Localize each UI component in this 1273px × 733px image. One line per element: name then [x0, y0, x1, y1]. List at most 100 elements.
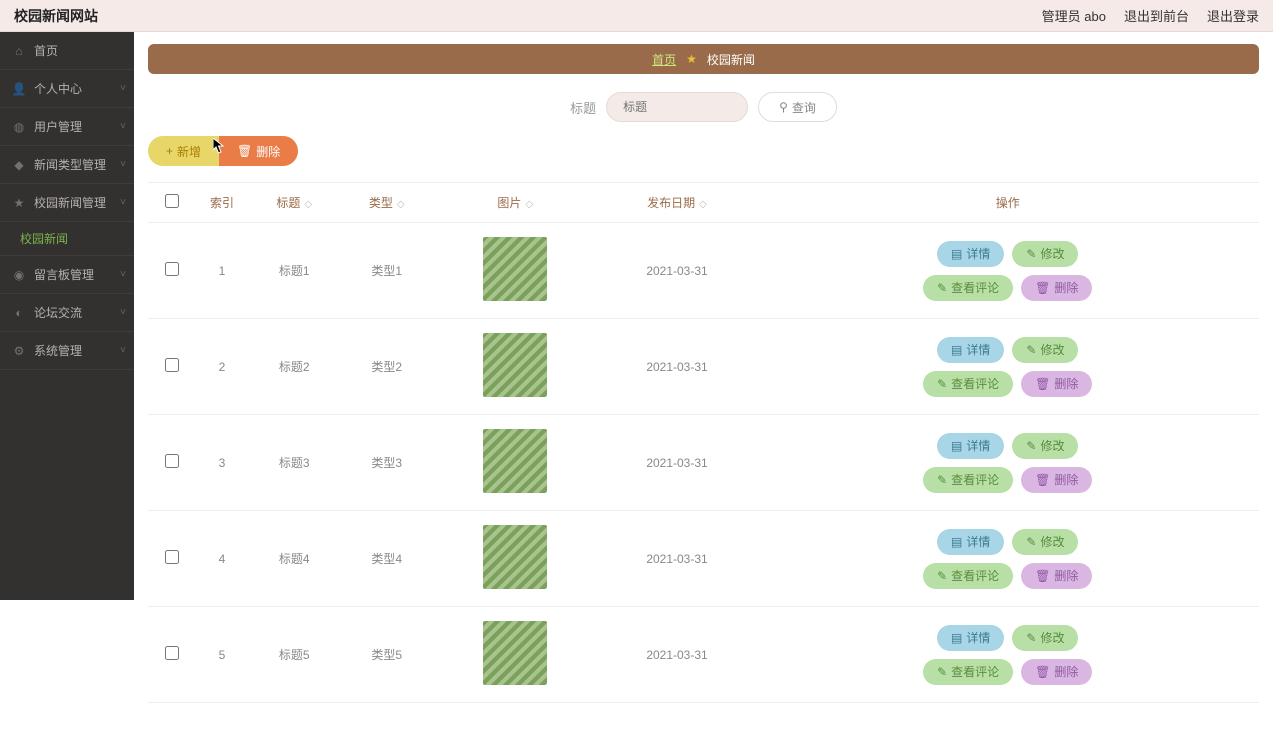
star-icon: ★ [12, 196, 26, 210]
doc-icon: ▤ [951, 247, 962, 261]
view-comments-button[interactable]: ✎ 查看评论 [923, 371, 1013, 397]
trash-icon: 🗑 [1035, 281, 1050, 295]
add-button-label: 新增 [177, 143, 201, 160]
table-row: 5 标题5 类型5 2021-03-31 ▤ 详情 ✎ 修改 ✎ 查看评论 🗑 … [148, 607, 1259, 703]
thumbnail-image[interactable] [483, 429, 547, 493]
sidebar-item-forum[interactable]: ◐ 论坛交流 ˅ [0, 294, 134, 332]
cell-index: 5 [196, 607, 248, 703]
edit-button[interactable]: ✎ 修改 [1012, 625, 1078, 651]
cell-ops: ▤ 详情 ✎ 修改 ✎ 查看评论 🗑 删除 [756, 511, 1259, 607]
cell-title: 标题3 [248, 415, 340, 511]
cell-image [433, 223, 598, 319]
exit-frontend-link[interactable]: 退出到前台 [1124, 6, 1189, 25]
row-delete-button[interactable]: 🗑 删除 [1021, 659, 1092, 685]
breadcrumb-home[interactable]: 首页 [652, 51, 676, 68]
trash-icon: 🗑 [1035, 473, 1050, 487]
cell-image [433, 415, 598, 511]
edit-icon: ✎ [1026, 247, 1036, 261]
sidebar-item-news-type[interactable]: ◆ 新闻类型管理 ˅ [0, 146, 134, 184]
thumbnail-image[interactable] [483, 333, 547, 397]
doc-icon: ▤ [951, 535, 962, 549]
detail-button[interactable]: ▤ 详情 [937, 529, 1004, 555]
sort-icon: ◇ [699, 199, 707, 210]
col-ops: 操作 [756, 183, 1259, 223]
comment-icon: ✎ [937, 281, 947, 295]
edit-button[interactable]: ✎ 修改 [1012, 337, 1078, 363]
table-row: 2 标题2 类型2 2021-03-31 ▤ 详情 ✎ 修改 ✎ 查看评论 🗑 … [148, 319, 1259, 415]
cell-type: 类型1 [340, 223, 432, 319]
query-button[interactable]: ⚲ 查询 [758, 92, 837, 122]
row-delete-button[interactable]: 🗑 删除 [1021, 563, 1092, 589]
col-type[interactable]: 类型◇ [340, 183, 432, 223]
col-image[interactable]: 图片◇ [433, 183, 598, 223]
filter-label: 标题 [570, 98, 596, 117]
thumbnail-image[interactable] [483, 525, 547, 589]
col-index[interactable]: 索引 [196, 183, 248, 223]
sidebar-item-label: 系统管理 [34, 342, 82, 359]
sort-icon: ◇ [525, 199, 533, 210]
sidebar-item-label: 用户管理 [34, 118, 82, 135]
sidebar-item-message-board[interactable]: ◉ 留言板管理 ˅ [0, 256, 134, 294]
main-content: 首页 ★ 校园新闻 标题 ⚲ 查询 + 新增 🗑 删除 索引 标题◇ 类型◇ 图… [134, 32, 1273, 733]
row-checkbox[interactable] [165, 646, 179, 660]
edit-button[interactable]: ✎ 修改 [1012, 241, 1078, 267]
title-input[interactable] [606, 92, 748, 122]
view-comments-button[interactable]: ✎ 查看评论 [923, 275, 1013, 301]
row-checkbox[interactable] [165, 262, 179, 276]
sidebar-item-users[interactable]: ◍ 用户管理 ˅ [0, 108, 134, 146]
table-row: 3 标题3 类型3 2021-03-31 ▤ 详情 ✎ 修改 ✎ 查看评论 🗑 … [148, 415, 1259, 511]
thumbnail-image[interactable] [483, 621, 547, 685]
row-delete-button[interactable]: 🗑 删除 [1021, 371, 1092, 397]
chevron-down-icon: ˅ [120, 159, 126, 170]
sort-icon: ◇ [397, 199, 405, 210]
header-right: 管理员 abo 退出到前台 退出登录 [1042, 6, 1259, 25]
detail-button[interactable]: ▤ 详情 [937, 337, 1004, 363]
cell-title: 标题4 [248, 511, 340, 607]
cell-title: 标题2 [248, 319, 340, 415]
add-button[interactable]: + 新增 [148, 136, 219, 166]
chevron-down-icon: ˅ [120, 197, 126, 208]
sidebar-subitem-label: 校园新闻 [20, 230, 68, 247]
col-date[interactable]: 发布日期◇ [598, 183, 757, 223]
sidebar-item-home[interactable]: ⌂ 首页 [0, 32, 134, 70]
sidebar-item-system[interactable]: ⚙ 系统管理 ˅ [0, 332, 134, 370]
sidebar-item-campus-news[interactable]: ★ 校园新闻管理 ˅ [0, 184, 134, 222]
view-comments-button[interactable]: ✎ 查看评论 [923, 467, 1013, 493]
detail-button[interactable]: ▤ 详情 [937, 625, 1004, 651]
admin-label[interactable]: 管理员 abo [1042, 6, 1106, 25]
trash-icon: 🗑 [1035, 569, 1050, 583]
filter-row: 标题 ⚲ 查询 [148, 92, 1259, 122]
sidebar: ⌂ 首页 👤 个人中心 ˅ ◍ 用户管理 ˅ ◆ 新闻类型管理 ˅ ★ 校园新闻… [0, 32, 134, 600]
table-row: 1 标题1 类型1 2021-03-31 ▤ 详情 ✎ 修改 ✎ 查看评论 🗑 … [148, 223, 1259, 319]
cell-ops: ▤ 详情 ✎ 修改 ✎ 查看评论 🗑 删除 [756, 607, 1259, 703]
query-button-label: 查询 [792, 99, 816, 116]
sidebar-item-profile[interactable]: 👤 个人中心 ˅ [0, 70, 134, 108]
row-checkbox[interactable] [165, 550, 179, 564]
detail-button[interactable]: ▤ 详情 [937, 241, 1004, 267]
app-title: 校园新闻网站 [14, 6, 98, 26]
sidebar-subitem-campus-news[interactable]: 校园新闻 [0, 222, 134, 256]
star-icon: ★ [686, 52, 697, 66]
edit-button[interactable]: ✎ 修改 [1012, 433, 1078, 459]
logout-link[interactable]: 退出登录 [1207, 6, 1259, 25]
cell-index: 2 [196, 319, 248, 415]
detail-button[interactable]: ▤ 详情 [937, 433, 1004, 459]
action-bar: + 新增 🗑 删除 [148, 136, 1259, 166]
news-table: 索引 标题◇ 类型◇ 图片◇ 发布日期◇ 操作 1 标题1 类型1 2021-0… [148, 182, 1259, 703]
thumbnail-image[interactable] [483, 237, 547, 301]
row-delete-button[interactable]: 🗑 删除 [1021, 275, 1092, 301]
view-comments-button[interactable]: ✎ 查看评论 [923, 659, 1013, 685]
cell-title: 标题5 [248, 607, 340, 703]
edit-button[interactable]: ✎ 修改 [1012, 529, 1078, 555]
delete-button[interactable]: 🗑 删除 [219, 136, 298, 166]
edit-icon: ✎ [1026, 535, 1036, 549]
trash-icon: 🗑 [1035, 665, 1050, 679]
row-checkbox[interactable] [165, 454, 179, 468]
row-checkbox[interactable] [165, 358, 179, 372]
col-title[interactable]: 标题◇ [248, 183, 340, 223]
doc-icon: ▤ [951, 343, 962, 357]
view-comments-button[interactable]: ✎ 查看评论 [923, 563, 1013, 589]
select-all-checkbox[interactable] [165, 194, 179, 208]
search-icon: ⚲ [779, 100, 788, 114]
row-delete-button[interactable]: 🗑 删除 [1021, 467, 1092, 493]
